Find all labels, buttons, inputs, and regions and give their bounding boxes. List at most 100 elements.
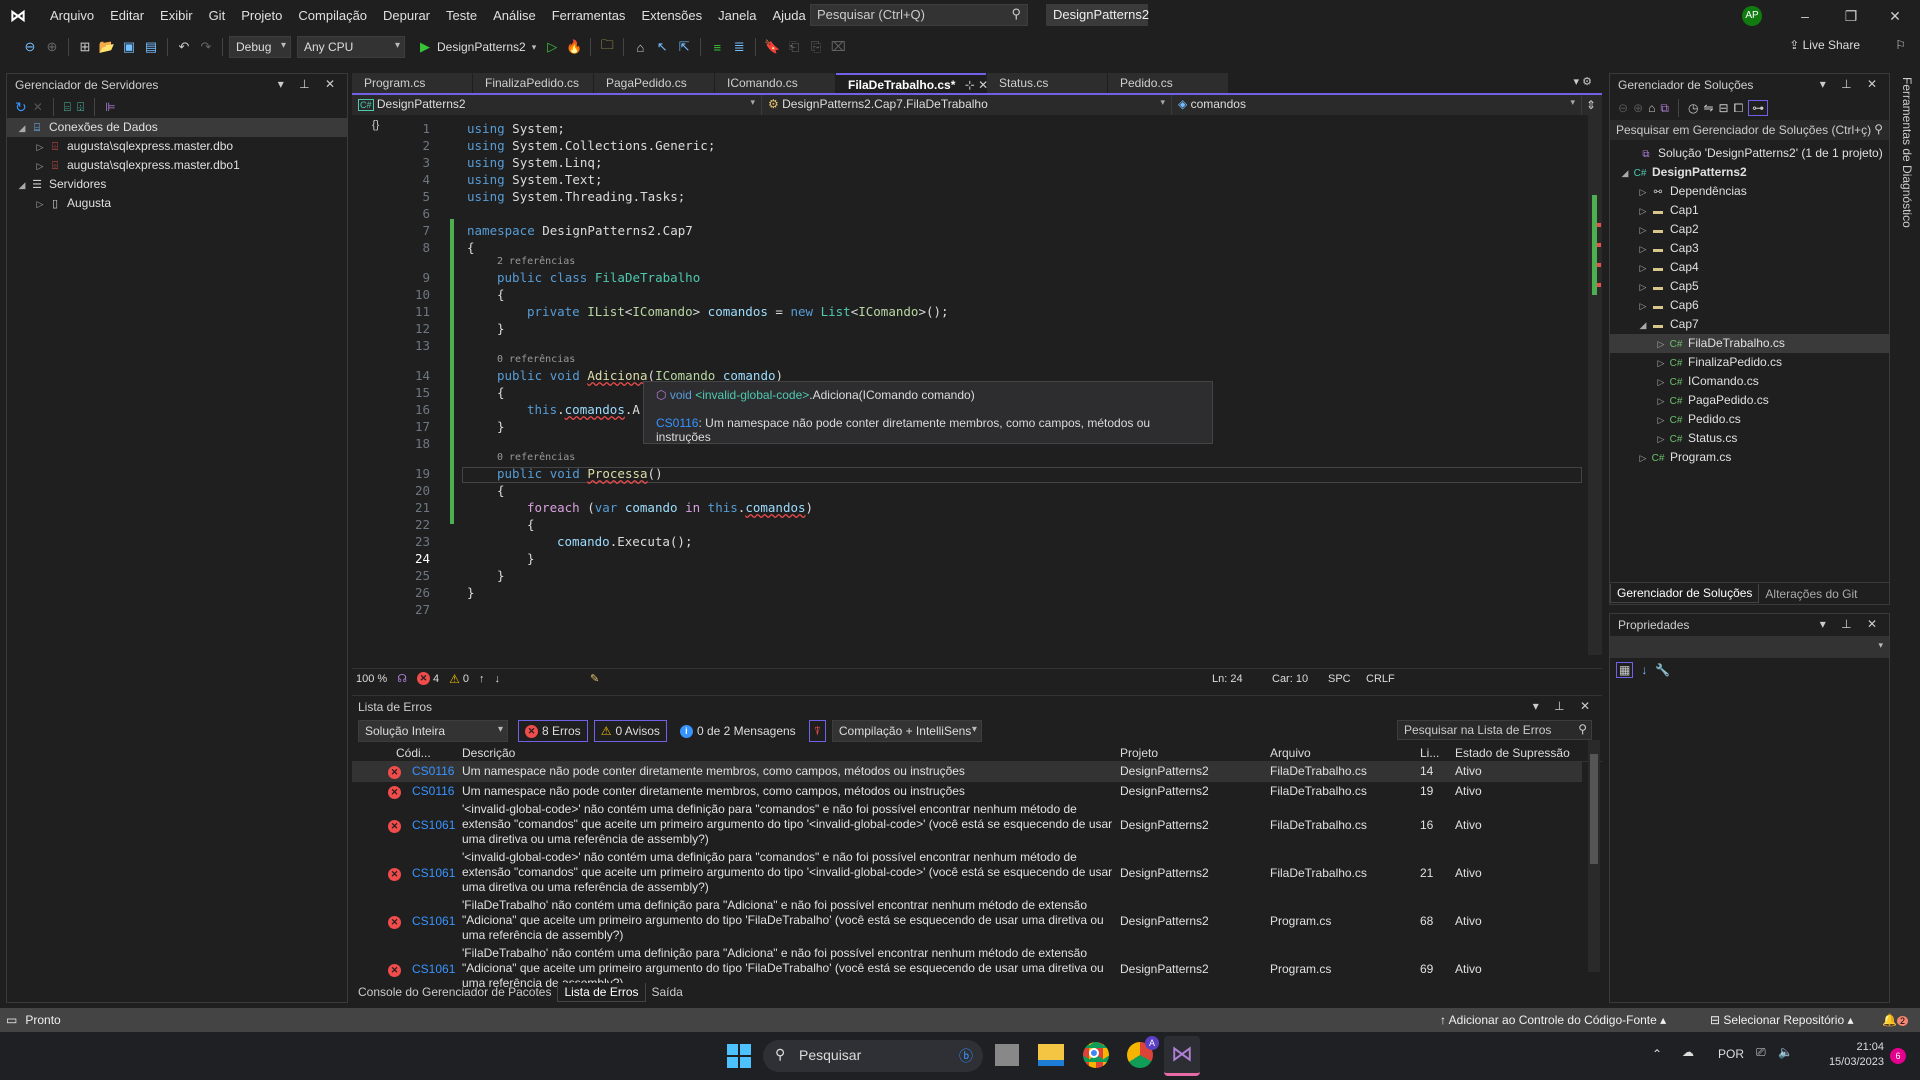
task-view-icon[interactable] xyxy=(995,1044,1019,1066)
select-repository-button[interactable]: ⊟ Selecionar Repositório ▴ xyxy=(1710,1013,1853,1027)
home-icon[interactable]: ⌂ xyxy=(1648,101,1655,115)
error-row[interactable]: ✕ CS0116 Um namespace não pode conter di… xyxy=(352,762,1582,782)
start-target-button[interactable]: DesignPatterns2 xyxy=(437,40,526,54)
solution-tree-item[interactable]: ⧉ Solução 'DesignPatterns2' (1 de 1 proje… xyxy=(1610,144,1889,163)
expanded-arrow-icon[interactable]: ◢ xyxy=(15,176,29,195)
sharepoint-icon[interactable]: ⊫ xyxy=(105,100,115,114)
notification-center-badge[interactable]: 6 xyxy=(1890,1048,1906,1064)
tray-overflow-icon[interactable]: ⌃ xyxy=(1652,1047,1662,1061)
collapsed-arrow-icon[interactable]: ▷ xyxy=(1636,297,1650,316)
column-description[interactable]: Descrição xyxy=(462,746,515,760)
panel-controls[interactable]: ▾ ⊥ ✕ xyxy=(1533,699,1596,713)
error-code-link[interactable]: CS0116 xyxy=(412,784,454,798)
bottom-tab[interactable]: Saída xyxy=(646,983,689,1001)
server-tree-item[interactable]: ▷ ⌹ augusta\sqlexpress.master.dbo xyxy=(7,137,347,156)
collapsed-arrow-icon[interactable]: ▷ xyxy=(33,157,47,176)
bottom-tab[interactable]: Lista de Erros xyxy=(557,982,646,1002)
indent-icon[interactable]: ≡ xyxy=(707,40,727,55)
error-list-scrollbar[interactable] xyxy=(1588,740,1600,972)
collapsed-arrow-icon[interactable]: ▷ xyxy=(1636,183,1650,202)
error-row[interactable]: ✕ CS1061 'FilaDeTrabalho' não contém uma… xyxy=(352,898,1582,946)
taskbar-search-box[interactable]: ⚲ Pesquisar ⓑ xyxy=(763,1040,983,1072)
tab-overflow-icon[interactable]: ▾ ⚙ xyxy=(1574,75,1592,88)
visual-studio-taskbar-icon[interactable]: ⋈ xyxy=(1164,1036,1200,1076)
pin-tab-icon[interactable]: ⊹ xyxy=(965,78,975,92)
new-project-icon[interactable]: ⊞ xyxy=(75,39,95,55)
add-source-control-button[interactable]: ↑ Adicionar ao Controle do Código-Fonte … xyxy=(1440,1013,1666,1027)
collapse-all-icon[interactable]: ⊟ xyxy=(1719,101,1729,115)
error-code-link[interactable]: CS0116 xyxy=(412,764,454,778)
panel-controls[interactable]: ▾ ⊥ ✕ xyxy=(1820,617,1883,631)
close-window-button[interactable]: ✕ xyxy=(1880,4,1910,28)
project-dropdown[interactable]: C# DesignPatterns2 ▾ xyxy=(352,95,762,115)
menu-ferramentas[interactable]: Ferramentas xyxy=(544,0,634,31)
next-issue-icon[interactable]: ↓ xyxy=(495,673,501,685)
collapsed-arrow-icon[interactable]: ▷ xyxy=(1636,278,1650,297)
onedrive-icon[interactable]: ☁ xyxy=(1682,1045,1694,1059)
collapsed-arrow-icon[interactable]: ▷ xyxy=(1636,240,1650,259)
panel-controls[interactable]: ▾ ⊥ ✕ xyxy=(1820,77,1883,91)
tooltip-error-code-link[interactable]: CS0116 xyxy=(656,416,698,430)
editor-tab[interactable]: FinalizaPedido.cs xyxy=(473,73,593,93)
redo-icon[interactable]: ↷ xyxy=(196,39,216,55)
line-ending-indicator[interactable]: CRLF xyxy=(1366,673,1395,685)
find-in-files-icon[interactable]: 🗀 xyxy=(597,36,617,58)
configuration-dropdown[interactable]: Debug xyxy=(229,36,291,58)
column-file[interactable]: Arquivo xyxy=(1270,746,1311,760)
zoom-level-dropdown[interactable]: 100 % xyxy=(356,673,387,685)
menu-git[interactable]: Git xyxy=(201,0,234,31)
select-element-icon[interactable]: ↖ xyxy=(652,39,672,55)
solution-tree-item[interactable]: ▷ ▬ Cap1 xyxy=(1610,201,1889,220)
solution-tree-item[interactable]: ▷ C# IComando.cs xyxy=(1610,372,1889,391)
scope-dropdown[interactable]: Solução Inteira xyxy=(358,720,508,742)
categorized-icon[interactable]: ▦ xyxy=(1616,662,1634,678)
member-dropdown[interactable]: ◈ comandos ▾ xyxy=(1172,95,1582,115)
pending-changes-filter-icon[interactable]: ◷ xyxy=(1688,101,1698,115)
editor-tab[interactable]: PagaPedido.cs xyxy=(594,73,714,93)
server-tree-item[interactable]: ▷ ⌹ augusta\sqlexpress.master.dbo1 xyxy=(7,156,347,175)
editor-tab[interactable]: FilaDeTrabalho.cs* ⊹ ✕ xyxy=(836,73,988,93)
solution-search-input[interactable]: Pesquisar em Gerenciador de Soluções (Ct… xyxy=(1610,120,1889,140)
switch-views-icon[interactable]: ⧉ xyxy=(1660,101,1669,116)
connect-database-icon[interactable]: ⌸ xyxy=(64,100,71,115)
editor-tab[interactable]: Status.cs xyxy=(987,73,1107,93)
error-list-search-input[interactable]: Pesquisar na Lista de Erros ⚲ xyxy=(1397,720,1592,740)
minimize-button[interactable]: – xyxy=(1790,4,1820,28)
menu-janela[interactable]: Janela xyxy=(710,0,764,31)
solution-tree-item[interactable]: ▷ ▬ Cap4 xyxy=(1610,258,1889,277)
error-row[interactable]: ✕ CS0116 Um namespace não pode conter di… xyxy=(352,782,1582,802)
save-all-icon[interactable]: ▤ xyxy=(141,39,161,55)
error-code-link[interactable]: CS1061 xyxy=(412,962,455,976)
error-code-link[interactable]: CS1061 xyxy=(412,866,455,880)
solution-tree-item[interactable]: ◢ ▬ Cap7 xyxy=(1610,315,1889,334)
menu-exibir[interactable]: Exibir xyxy=(152,0,201,31)
start-target-chevron-icon[interactable]: ▾ xyxy=(532,42,537,53)
outdent-icon[interactable]: ≣ xyxy=(729,39,749,55)
start-debug-icon[interactable]: ▶ xyxy=(415,39,435,55)
indent-indicator[interactable]: SPC xyxy=(1328,673,1351,685)
property-pages-icon[interactable]: 🔧 xyxy=(1655,663,1670,677)
error-row[interactable]: ✕ CS1061 '<invalid-global-code>' não con… xyxy=(352,802,1582,850)
column-code[interactable]: Códi... xyxy=(396,746,431,760)
column-project[interactable]: Projeto xyxy=(1120,746,1158,760)
clock[interactable]: 21:04 15/03/2023 xyxy=(1812,1040,1884,1070)
solution-tree-item[interactable]: ◢ C# DesignPatterns2 xyxy=(1610,163,1889,182)
restore-button[interactable]: ❐ xyxy=(1836,4,1866,28)
collapsed-arrow-icon[interactable]: ▷ xyxy=(1654,430,1668,449)
menu-arquivo[interactable]: Arquivo xyxy=(42,0,102,31)
global-search-input[interactable]: Pesquisar (Ctrl+Q) ⚲ xyxy=(810,4,1028,26)
error-code-link[interactable]: CS1061 xyxy=(412,818,455,832)
solution-tree-item[interactable]: ▷ ▬ Cap3 xyxy=(1610,239,1889,258)
code-cleanup-icon[interactable]: ✎ xyxy=(590,672,599,685)
back-icon[interactable]: ⊖ xyxy=(1618,101,1628,115)
live-share-button[interactable]: ⇪ Live Share xyxy=(1789,38,1860,52)
collapsed-arrow-icon[interactable]: ▷ xyxy=(1636,259,1650,278)
hot-reload-icon[interactable]: 🔥 xyxy=(564,39,584,55)
sync-with-document-icon[interactable]: ⇋ xyxy=(1703,101,1713,115)
solution-tree-item[interactable]: ▷ ⚯ Dependências xyxy=(1610,182,1889,201)
collapsed-arrow-icon[interactable]: ▷ xyxy=(1654,335,1668,354)
chrome-profile-icon[interactable]: A xyxy=(1127,1036,1159,1068)
errors-filter-toggle[interactable]: ✕ 8 Erros xyxy=(518,720,588,742)
error-count-indicator[interactable]: ✕ 4 xyxy=(416,672,439,685)
bookmark-icon[interactable]: 🔖 xyxy=(762,39,782,55)
